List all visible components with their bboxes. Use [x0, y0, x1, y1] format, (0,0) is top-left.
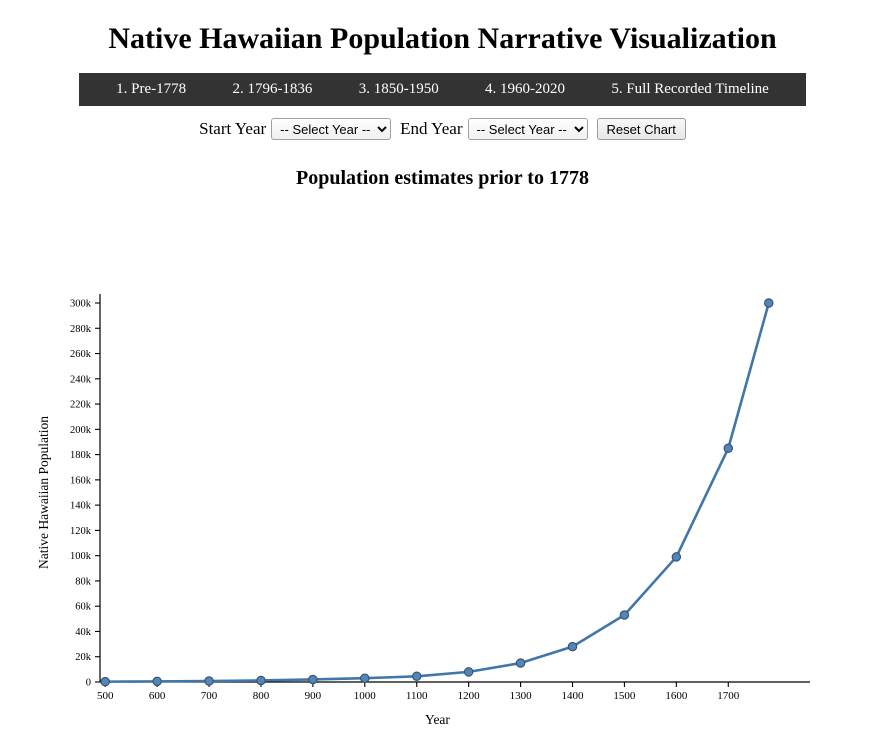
chart-controls: Start Year -- Select Year -- End Year --…: [0, 118, 885, 140]
y-axis-title: Native Hawaiian Population: [36, 416, 51, 569]
start-year-select[interactable]: -- Select Year --: [271, 118, 392, 140]
x-tick-label: 1500: [613, 690, 636, 702]
x-tick-label: 1600: [665, 690, 688, 702]
chart-subtitle: Population estimates prior to 1778: [296, 167, 589, 189]
y-tick-label: 220k: [70, 400, 92, 411]
x-tick-label: 1400: [562, 690, 585, 702]
y-tick-label: 140k: [70, 501, 92, 512]
x-tick-label: 600: [149, 690, 166, 702]
y-tick-label: 100k: [70, 551, 92, 562]
data-point: [671, 552, 682, 562]
y-tick-label: 80k: [75, 576, 92, 587]
data-point: [411, 671, 422, 682]
data-point: [308, 674, 318, 685]
data-point: [100, 676, 110, 687]
y-tick-label: 20k: [75, 652, 92, 663]
x-tick-label: 1000: [354, 690, 377, 702]
x-tick-label: 800: [253, 690, 270, 702]
x-tick-label: 700: [201, 690, 218, 702]
data-point: [515, 658, 526, 668]
x-tick-label: 900: [305, 690, 322, 702]
nav-item-1850-1950[interactable]: 3. 1850-1950: [355, 79, 443, 100]
data-point: [619, 610, 630, 620]
y-tick-label: 260k: [70, 349, 92, 360]
x-tick-label: 1200: [458, 690, 481, 702]
navbar: 1. Pre-1778 2. 1796-1836 3. 1850-1950 4.…: [79, 73, 806, 106]
y-tick-label: 120k: [70, 526, 92, 537]
x-tick-label: 1700: [717, 690, 740, 702]
chart-container: 0 20k 40k 60k 80k 100k 120k 140k 160k 180k 200k 220…: [0, 232, 885, 738]
x-tick-label: 500: [97, 690, 114, 702]
population-line-chart: 0 20k 40k 60k 80k 100k 120k 140k 160k 180k 200k 220…: [36, 294, 810, 727]
nav-item-full-recorded-timeline[interactable]: 5. Full Recorded Timeline: [607, 79, 773, 100]
data-point: [723, 443, 734, 454]
nav-item-pre-1778[interactable]: 1. Pre-1778: [112, 79, 190, 100]
end-year-label: End Year: [400, 119, 463, 138]
y-tick-label: 280k: [70, 324, 92, 335]
data-point: [204, 676, 214, 686]
page-title: Native Hawaiian Population Narrative Vis…: [108, 22, 777, 55]
y-tick-label: 180k: [70, 450, 92, 461]
data-point: [152, 676, 162, 687]
y-tick-label: 300k: [70, 299, 92, 310]
end-year-select[interactable]: -- Select Year --: [467, 118, 588, 140]
data-point: [567, 641, 578, 652]
reset-chart-button[interactable]: Reset Chart: [596, 118, 686, 140]
x-tick-label: 1100: [406, 690, 428, 702]
y-tick-label: 200k: [70, 425, 92, 436]
start-year-label: Start Year: [199, 119, 267, 138]
x-axis-title: Year: [425, 712, 450, 727]
data-point: [256, 675, 266, 686]
data-point: [463, 667, 474, 677]
y-tick-label: 240k: [70, 374, 92, 385]
nav-item-1960-2020[interactable]: 4. 1960-2020: [481, 79, 569, 100]
nav-item-1796-1836[interactable]: 2. 1796-1836: [228, 79, 316, 100]
data-point: [360, 673, 370, 683]
y-tick-label: 160k: [70, 475, 92, 486]
data-point: [764, 298, 774, 308]
x-tick-label: 1300: [510, 690, 533, 702]
y-tick-label: 0: [86, 678, 91, 689]
y-tick-label: 60k: [75, 602, 92, 613]
y-tick-label: 40k: [75, 627, 92, 638]
data-line: [103, 301, 771, 683]
